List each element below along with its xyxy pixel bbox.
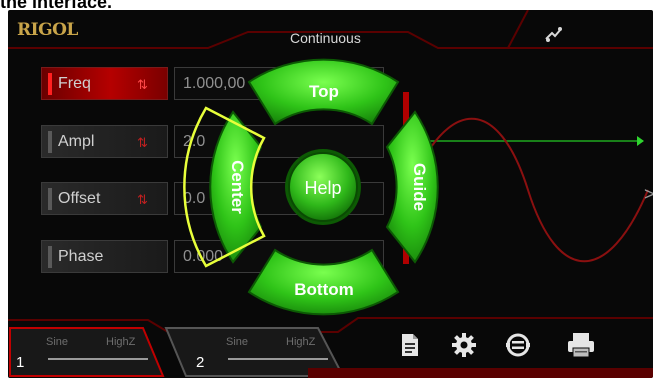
channel-bar: 1 Sine HighZ 2 Sine HighZ bbox=[8, 322, 653, 378]
swap-icon[interactable]: ⇅ bbox=[137, 135, 148, 151]
channel-tab-2[interactable]: 2 Sine HighZ bbox=[168, 328, 328, 376]
channel-waveform-type: Sine bbox=[46, 336, 69, 348]
param-indicator bbox=[48, 73, 52, 95]
center-button-label: Center bbox=[228, 160, 247, 214]
param-label-offset: Offset bbox=[58, 190, 101, 207]
channel-waveform-type: Sine bbox=[226, 336, 249, 348]
trigger-marker-icon bbox=[637, 136, 644, 146]
param-key-offset[interactable]: Offset ⇅ bbox=[41, 182, 168, 215]
sine-wave-trace bbox=[408, 117, 649, 263]
param-indicator bbox=[48, 188, 52, 210]
bottom-button-label: Bottom bbox=[294, 280, 353, 299]
param-indicator bbox=[48, 131, 52, 153]
param-value-freq: 1.000,00 bbox=[183, 75, 246, 92]
help-button-label: Help bbox=[304, 178, 341, 198]
gear-icon[interactable] bbox=[451, 332, 477, 358]
help-button[interactable]: Help bbox=[285, 149, 361, 225]
rigol-logo: RIGOL bbox=[17, 20, 78, 40]
param-label-phase: Phase bbox=[58, 248, 104, 265]
waveform-preview: > bbox=[408, 117, 653, 263]
scroll-right-icon[interactable]: > bbox=[644, 184, 653, 204]
top-button-label: Top bbox=[309, 82, 339, 101]
param-key-ampl[interactable]: Ampl ⇅ bbox=[41, 125, 168, 158]
param-label-ampl: Ampl bbox=[58, 133, 95, 150]
param-indicator bbox=[48, 246, 52, 268]
channel-swap-icon[interactable] bbox=[504, 332, 532, 358]
param-key-freq[interactable]: Freq ⇅ bbox=[41, 67, 168, 100]
swap-icon[interactable]: ⇅ bbox=[137, 192, 148, 208]
document-icon[interactable] bbox=[400, 332, 420, 358]
guide-button-label: Guide bbox=[410, 163, 429, 211]
swap-icon[interactable]: ⇅ bbox=[137, 77, 148, 93]
run-mode-label: Continuous bbox=[290, 30, 361, 46]
channel-tab-1[interactable]: 1 Sine HighZ bbox=[10, 328, 170, 376]
param-label-freq: Freq bbox=[58, 75, 91, 92]
printer-icon[interactable] bbox=[566, 332, 596, 358]
channel-impedance: HighZ bbox=[106, 336, 136, 348]
channel-impedance: HighZ bbox=[286, 336, 316, 348]
wave-link-icon[interactable] bbox=[543, 23, 565, 45]
channel-number: 2 bbox=[196, 354, 205, 371]
channel-underline bbox=[228, 358, 328, 360]
param-key-phase[interactable]: Phase bbox=[41, 240, 168, 273]
channel-underline bbox=[48, 358, 148, 360]
channel-number: 1 bbox=[16, 354, 25, 371]
param-value-field-ampl[interactable]: 2.0 bbox=[174, 125, 384, 158]
